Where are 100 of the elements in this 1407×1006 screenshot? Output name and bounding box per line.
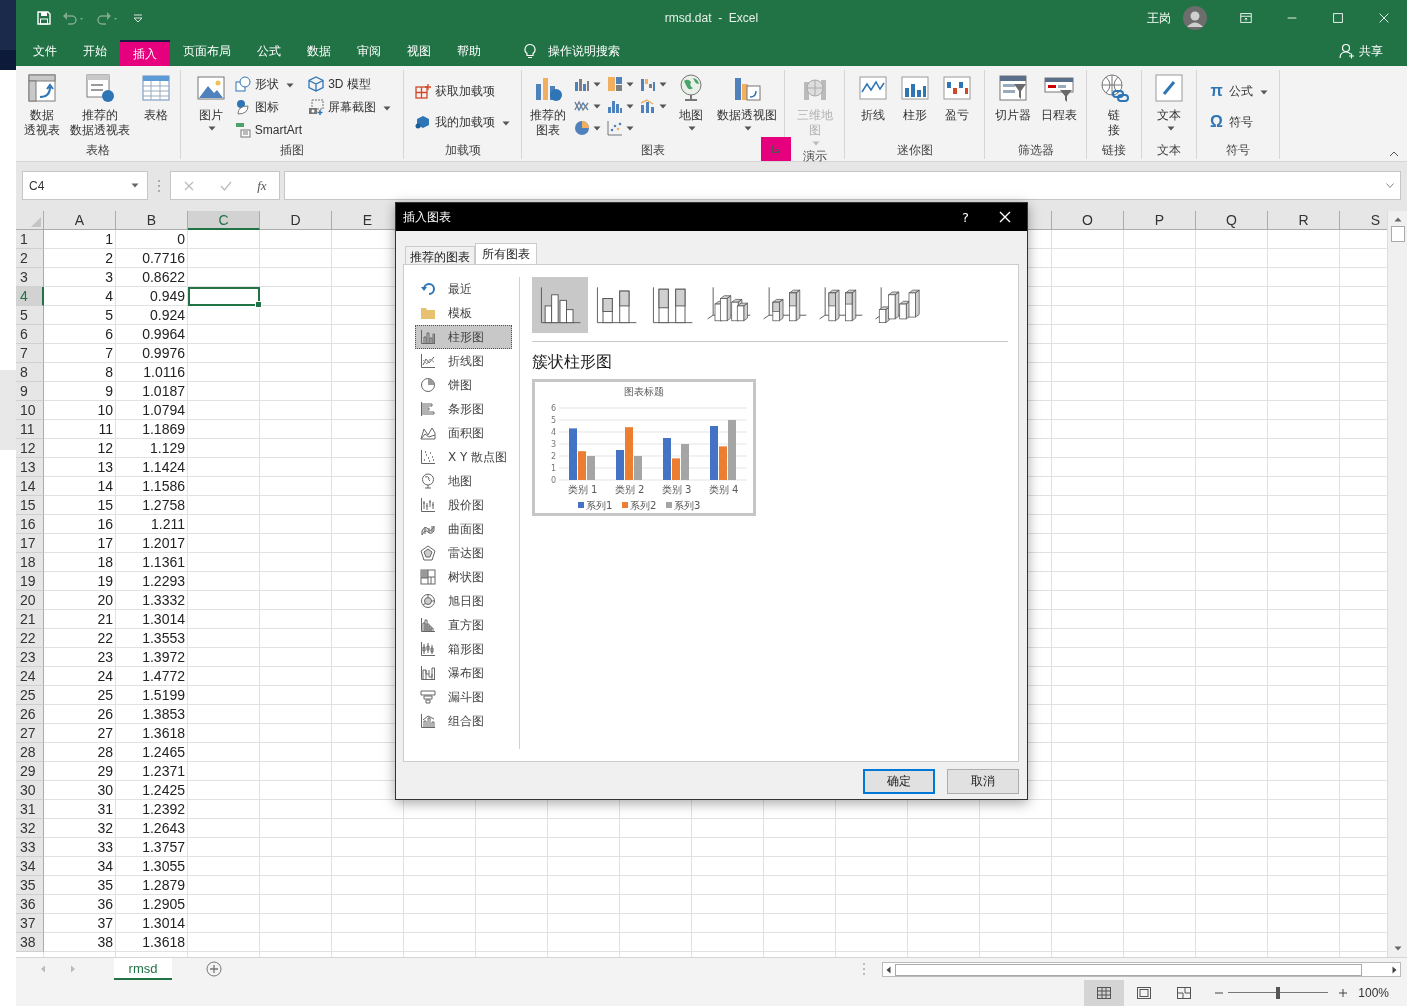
ribbon-tab[interactable]: 插入	[120, 40, 170, 66]
chart-type-item[interactable]: 漏斗图	[415, 685, 512, 709]
row-header[interactable]: 16	[16, 515, 44, 534]
vertical-scrollbar[interactable]	[1387, 211, 1407, 957]
save-icon[interactable]	[36, 10, 52, 26]
ribbon-button[interactable]: 推荐的 图表	[527, 70, 568, 140]
chart-type-item[interactable]: 直方图	[415, 613, 512, 637]
chart-type-item[interactable]: 柱形图	[415, 325, 512, 349]
chart-type-item[interactable]: 雷达图	[415, 541, 512, 565]
row-header[interactable]: 24	[16, 667, 44, 686]
row-header[interactable]: 11	[16, 420, 44, 439]
dialog-tab[interactable]: 推荐的图表	[405, 246, 475, 264]
ribbon-button[interactable]: 屏幕截图	[308, 96, 392, 118]
ribbon-button[interactable]: 链 接	[1096, 70, 1132, 140]
ribbon-display-icon[interactable]	[1239, 11, 1253, 25]
scroll-down-icon[interactable]	[1393, 946, 1402, 951]
row-header[interactable]: 26	[16, 705, 44, 724]
ribbon-tab[interactable]: 公式	[244, 36, 294, 66]
row-header[interactable]: 38	[16, 933, 44, 952]
chart-type-item[interactable]: 箱形图	[415, 637, 512, 661]
ribbon-button[interactable]: 数据透视图	[714, 70, 779, 133]
ribbon-button[interactable]: 形状	[234, 73, 303, 95]
row-header[interactable]: 36	[16, 895, 44, 914]
tell-me-search[interactable]: 操作说明搜索	[548, 42, 620, 60]
row-header[interactable]: 20	[16, 591, 44, 610]
chart-type-item[interactable]: 面积图	[415, 421, 512, 445]
row-header[interactable]: 19	[16, 572, 44, 591]
column-header[interactable]: O	[1052, 211, 1124, 230]
row-header[interactable]: 25	[16, 686, 44, 705]
row-header[interactable]: 1	[16, 230, 44, 249]
ribbon-button[interactable]: π 公式	[1208, 80, 1268, 102]
column-chart-button[interactable]	[532, 277, 588, 333]
ribbon-button[interactable]: Ω 符号	[1208, 111, 1268, 133]
chart-type-item[interactable]: 曲面图	[415, 517, 512, 541]
lightbulb-icon[interactable]	[522, 43, 538, 59]
column-header[interactable]: C	[188, 211, 260, 230]
chart-type-item[interactable]: 最近	[415, 277, 512, 301]
zoom-level[interactable]: 100%	[1358, 986, 1389, 1000]
active-cell[interactable]	[188, 287, 260, 306]
chart-type-item[interactable]: 树状图	[415, 565, 512, 589]
caret-icon[interactable]	[131, 183, 139, 188]
row-header[interactable]: 15	[16, 496, 44, 515]
chart-type-item[interactable]: 旭日图	[415, 589, 512, 613]
scroll-up-icon[interactable]	[1393, 217, 1402, 222]
ribbon-button[interactable]: 切片器	[992, 70, 1033, 125]
chart-type-item[interactable]: 股价图	[415, 493, 512, 517]
ribbon-button[interactable]: 获取加载项	[415, 80, 510, 102]
ribbon-button[interactable]: 日程表	[1038, 70, 1079, 125]
ribbon-button[interactable]: 文本	[1151, 70, 1187, 133]
ribbon-tab[interactable]: 数据	[294, 36, 344, 66]
chart-type-item[interactable]: 饼图	[415, 373, 512, 397]
collapse-ribbon-icon[interactable]	[1389, 151, 1399, 157]
share-button[interactable]: 共享	[1359, 42, 1383, 60]
row-header[interactable]: 6	[16, 325, 44, 344]
ok-button[interactable]: 确定	[863, 769, 935, 794]
sheet-tab[interactable]: rmsd	[114, 958, 172, 980]
ribbon-button[interactable]: 柱形	[896, 70, 933, 125]
row-header[interactable]: 29	[16, 762, 44, 781]
ribbon-button[interactable]: 图片	[192, 70, 229, 133]
row-header[interactable]: 22	[16, 629, 44, 648]
chart-type-item[interactable]: 条形图	[415, 397, 512, 421]
row-header[interactable]: 3	[16, 268, 44, 287]
ribbon-button[interactable]: 推荐的 数据透视表	[68, 70, 132, 140]
avatar-icon[interactable]	[1183, 6, 1207, 30]
undo-icon[interactable]	[62, 10, 86, 26]
person-icon[interactable]	[1339, 43, 1355, 59]
row-header[interactable]: 33	[16, 838, 44, 857]
row-header[interactable]: 34	[16, 857, 44, 876]
row-header[interactable]: 10	[16, 401, 44, 420]
zoom-in-icon[interactable]	[1338, 988, 1349, 998]
add-sheet-icon[interactable]	[206, 961, 222, 977]
chart-type-item[interactable]: 地图	[415, 469, 512, 493]
ribbon-button[interactable]: 我的加载项	[415, 111, 510, 133]
ribbon-button[interactable]: 折线	[854, 70, 891, 125]
column-header[interactable]: R	[1268, 211, 1340, 230]
row-header[interactable]: 37	[16, 914, 44, 933]
ribbon-button[interactable]: SmartArt	[234, 119, 303, 141]
user-name[interactable]: 王岗	[1147, 9, 1171, 27]
ribbon-tab[interactable]: 开始	[70, 36, 120, 66]
chart-type-item[interactable]: 组合图	[415, 709, 512, 733]
row-header[interactable]: 12	[16, 439, 44, 458]
help-button[interactable]: ?	[962, 209, 969, 225]
row-header[interactable]: 32	[16, 819, 44, 838]
redo-icon[interactable]	[96, 10, 120, 26]
ribbon-tab[interactable]: 页面布局	[170, 36, 244, 66]
scroll-thumb[interactable]	[1390, 226, 1405, 242]
formula-input[interactable]	[284, 171, 1401, 200]
ribbon-tab[interactable]: 帮助	[444, 36, 494, 66]
column-header[interactable]: D	[260, 211, 332, 230]
chart-type-item[interactable]: 瀑布图	[415, 661, 512, 685]
name-box[interactable]: C4	[22, 171, 148, 200]
row-header[interactable]: 4	[16, 287, 44, 306]
row-header[interactable]: 17	[16, 534, 44, 553]
ribbon-button[interactable]: 盈亏	[938, 70, 975, 125]
normal-view-button[interactable]	[1084, 980, 1125, 1006]
chart-preview[interactable]: 图表标题 0 1 2 3 4 5 6 类别 1 类别 2 类别 3 类别 4 系列1 系列2 系列3	[532, 379, 756, 516]
column-header[interactable]: S	[1340, 211, 1387, 230]
scroll-left-icon[interactable]	[886, 965, 891, 974]
row-header[interactable]: 13	[16, 458, 44, 477]
ribbon-button[interactable]: 3D 模型	[308, 73, 392, 95]
